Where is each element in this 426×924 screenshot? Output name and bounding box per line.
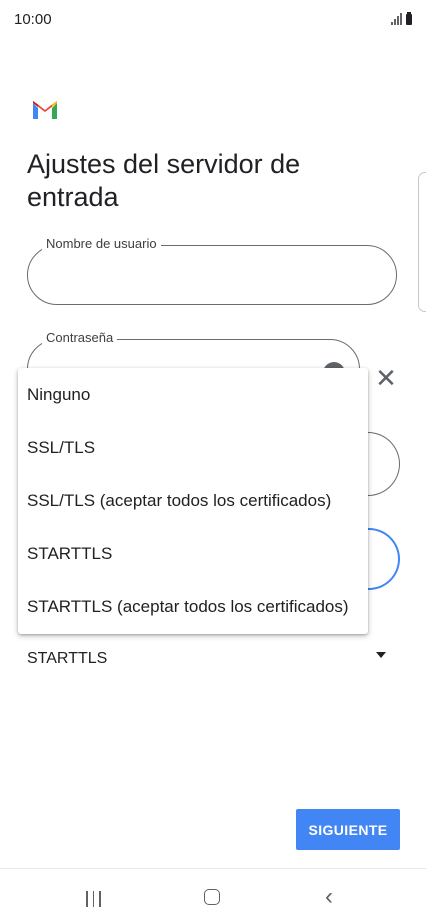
scroll-edge <box>418 172 426 312</box>
status-bar: 10:00 <box>0 0 426 40</box>
gmail-logo <box>33 101 57 119</box>
security-type-dropdown: Ninguno SSL/TLS SSL/TLS (aceptar todos l… <box>18 368 368 634</box>
back-icon[interactable]: ‹ <box>325 885 333 909</box>
username-input[interactable] <box>46 264 370 284</box>
recent-apps-icon[interactable] <box>86 891 101 907</box>
caret-down-icon[interactable] <box>376 652 386 658</box>
username-field[interactable]: Nombre de usuario <box>27 236 397 305</box>
battery-icon <box>406 12 412 25</box>
password-label: Contraseña <box>42 330 118 345</box>
dropdown-option-starttls-all-certs[interactable]: STARTTLS (aceptar todos los certificados… <box>18 580 368 633</box>
status-icons <box>391 12 412 25</box>
dropdown-option-ssl-tls[interactable]: SSL/TLS <box>18 421 368 474</box>
status-time: 10:00 <box>14 11 52 28</box>
next-button[interactable]: SIGUIENTE <box>296 809 400 850</box>
home-icon[interactable] <box>204 889 220 905</box>
page-title: Ajustes del servidor de entrada <box>27 149 301 212</box>
dropdown-option-ninguno[interactable]: Ninguno <box>18 368 368 421</box>
navigation-bar: ‹ <box>0 868 426 924</box>
username-label: Nombre de usuario <box>42 236 161 251</box>
dropdown-option-starttls[interactable]: STARTTLS <box>18 527 368 580</box>
dropdown-option-ssl-tls-all-certs[interactable]: SSL/TLS (aceptar todos los certificados) <box>18 474 368 527</box>
signal-icon <box>391 13 402 25</box>
security-type-value[interactable]: STARTTLS <box>27 650 107 668</box>
close-icon[interactable]: ✕ <box>374 365 398 391</box>
